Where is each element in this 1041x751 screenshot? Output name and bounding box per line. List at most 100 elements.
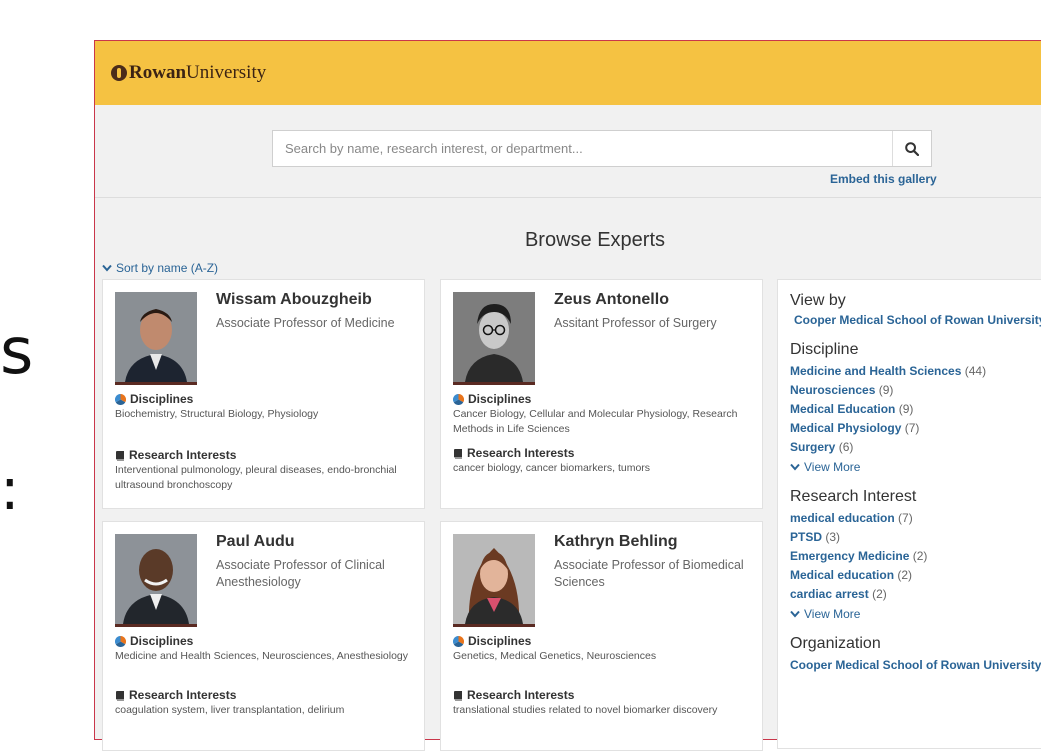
research-interest-item-count: (3) (825, 530, 841, 544)
expert-title: Associate Professor of Biomedical Scienc… (554, 558, 744, 589)
research-interest-item-count: (2) (872, 587, 887, 601)
discipline-item-label[interactable]: Medical Education (790, 402, 895, 416)
research-interest-item-label[interactable]: Medical education (790, 568, 894, 582)
discipline-item-label[interactable]: Surgery (790, 440, 835, 454)
filter-sidebar: View by Cooper Medical School of Rowan U… (777, 279, 1041, 749)
view-more-label: View More (804, 607, 861, 621)
disciplines-section: Disciplines Medicine and Health Sciences… (115, 634, 415, 664)
discipline-item-count: (9) (898, 402, 914, 416)
discipline-item-label[interactable]: Medical Physiology (790, 421, 901, 435)
research-interest-item[interactable]: medical education (7) (790, 511, 1041, 525)
chevron-down-icon (102, 264, 112, 272)
expert-photo[interactable] (115, 292, 197, 385)
research-interests-text: coagulation system, liver transplantatio… (115, 704, 345, 716)
research-interests-text: Interventional pulmonology, pleural dise… (115, 464, 397, 491)
research-interest-item-label[interactable]: PTSD (790, 530, 822, 544)
book-icon (116, 450, 124, 460)
research-interest-item-label[interactable]: cardiac arrest (790, 587, 869, 601)
research-interest-item[interactable]: PTSD (3) (790, 530, 1041, 544)
expert-card[interactable]: Kathryn Behling Associate Professor of B… (440, 521, 763, 751)
search-input[interactable] (273, 131, 897, 166)
discipline-item[interactable]: Medical Physiology (7) (790, 421, 1041, 435)
research-interest-heading: Research Interest (790, 488, 917, 505)
view-by-filter[interactable]: Cooper Medical School of Rowan Universit… (790, 313, 1041, 327)
organization-group: Organization Cooper Medical School of Ro… (790, 635, 1041, 672)
search-button[interactable] (892, 131, 931, 166)
disciplines-section: Disciplines Genetics, Medical Genetics, … (453, 634, 753, 664)
research-interests-label: Research Interests (129, 448, 237, 462)
organization-item-label[interactable]: Cooper Medical School of Rowan Universit… (790, 658, 1041, 672)
background-glyph-s: s (0, 315, 34, 389)
discipline-item-count: (44) (964, 364, 987, 378)
search-box (272, 130, 932, 167)
disciplines-icon (115, 393, 126, 405)
brand-name-bold: Rowan (129, 62, 187, 83)
search-area: Embed this gallery (95, 105, 1041, 198)
view-by-filter-label[interactable]: Cooper Medical School of Rowan Universit… (794, 313, 1041, 327)
expert-name[interactable]: Wissam Abouzgheib (216, 291, 372, 309)
expert-name[interactable]: Paul Audu (216, 533, 295, 551)
research-interest-view-more[interactable]: View More (790, 607, 1041, 621)
research-interests-text: cancer biology, cancer biomarkers, tumor… (453, 462, 651, 474)
discipline-item[interactable]: Medical Education (9) (790, 402, 1041, 416)
research-interest-item-count: (2) (912, 549, 928, 563)
disciplines-label: Disciplines (468, 634, 532, 648)
rowan-logo-icon (111, 65, 127, 81)
discipline-item[interactable]: Neurosciences (9) (790, 383, 1041, 397)
discipline-heading: Discipline (790, 341, 859, 358)
disciplines-label: Disciplines (130, 392, 194, 406)
disciplines-text: Cancer Biology, Cellular and Molecular P… (453, 408, 738, 435)
expert-name[interactable]: Zeus Antonello (554, 291, 669, 309)
embed-gallery-link[interactable]: Embed this gallery (830, 172, 937, 186)
research-interest-item-label[interactable]: medical education (790, 511, 895, 525)
expert-photo[interactable] (115, 534, 197, 627)
discipline-item-count: (7) (904, 421, 920, 435)
expert-title: Assitant Professor of Surgery (554, 316, 717, 330)
research-interests-label: Research Interests (129, 688, 237, 702)
discipline-item-label[interactable]: Medicine and Health Sciences (790, 364, 961, 378)
research-interests-section: Research Interests Interventional pulmon… (115, 448, 415, 493)
disciplines-icon (115, 635, 126, 647)
organization-heading: Organization (790, 635, 881, 652)
research-interest-item-count: (2) (897, 568, 913, 582)
discipline-item[interactable]: Medicine and Health Sciences (44) (790, 364, 1041, 378)
sort-dropdown[interactable]: Sort by name (A-Z) (102, 261, 218, 275)
discipline-item-count: (9) (878, 383, 894, 397)
expert-photo[interactable] (453, 534, 535, 627)
research-interest-item-count: (7) (898, 511, 913, 525)
expert-card[interactable]: Wissam Abouzgheib Associate Professor of… (102, 279, 425, 509)
discipline-view-more[interactable]: View More (790, 460, 1041, 474)
disciplines-label: Disciplines (130, 634, 194, 648)
research-interest-group: Research Interest medical education (7) … (790, 488, 1041, 621)
book-icon (116, 690, 124, 700)
expert-name[interactable]: Kathryn Behling (554, 533, 678, 551)
research-interest-item[interactable]: Medical education (2) (790, 568, 1041, 582)
book-icon (454, 690, 462, 700)
research-interests-label: Research Interests (467, 446, 575, 460)
organization-item[interactable]: Cooper Medical School of Rowan Universit… (790, 658, 1041, 672)
research-interest-item[interactable]: Emergency Medicine (2) (790, 549, 1041, 563)
view-more-label: View More (804, 460, 861, 474)
expert-card[interactable]: Paul Audu Associate Professor of Clinica… (102, 521, 425, 751)
disciplines-icon (453, 393, 464, 405)
research-interests-text: translational studies related to novel b… (453, 704, 718, 716)
book-icon (454, 448, 462, 458)
disciplines-section: Disciplines Cancer Biology, Cellular and… (453, 392, 753, 437)
discipline-item-label[interactable]: Neurosciences (790, 383, 875, 397)
expert-title: Associate Professor of Clinical Anesthes… (216, 558, 385, 589)
disciplines-icon (453, 635, 464, 647)
disciplines-section: Disciplines Biochemistry, Structural Bio… (115, 392, 415, 422)
expert-card[interactable]: Zeus Antonello Assitant Professor of Sur… (440, 279, 763, 509)
discipline-item-count: (6) (838, 440, 854, 454)
expert-photo[interactable] (453, 292, 535, 385)
page-title: Browse Experts (524, 229, 666, 251)
disciplines-text: Medicine and Health Sciences, Neuroscien… (115, 650, 409, 662)
disciplines-text: Biochemistry, Structural Biology, Physio… (115, 408, 319, 420)
brand-name-regular: University (186, 62, 267, 83)
research-interests-section: Research Interests cancer biology, cance… (453, 446, 753, 476)
research-interest-item-label[interactable]: Emergency Medicine (790, 549, 909, 563)
sort-label: Sort by name (A-Z) (116, 261, 219, 275)
research-interest-item[interactable]: cardiac arrest (2) (790, 587, 1041, 601)
discipline-item[interactable]: Surgery (6) (790, 440, 1041, 454)
disciplines-text: Genetics, Medical Genetics, Neuroscience… (453, 650, 657, 662)
